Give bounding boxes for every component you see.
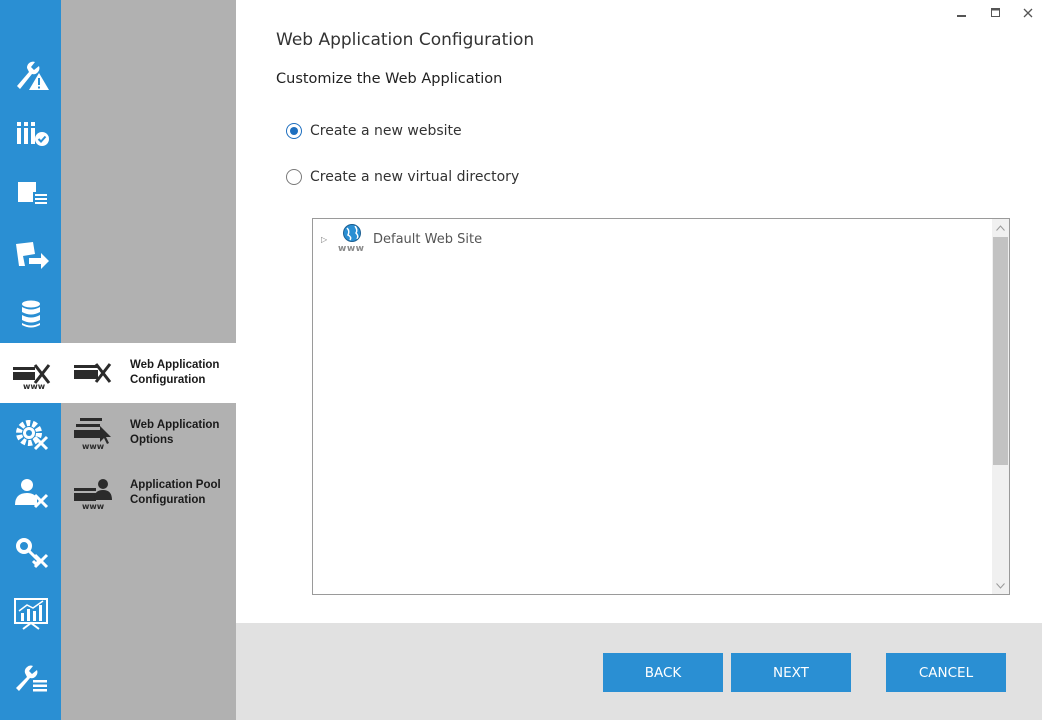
minimize-icon[interactable] bbox=[952, 4, 972, 22]
radio-label: Create a new virtual directory bbox=[310, 169, 520, 185]
scroll-down-icon[interactable] bbox=[992, 577, 1009, 594]
step-label: Web Application Configuration bbox=[130, 359, 220, 386]
radio-create-new-virtual-directory[interactable]: Create a new virtual directory bbox=[286, 169, 519, 185]
maximize-icon[interactable] bbox=[986, 4, 1006, 22]
wrench-warning-icon[interactable] bbox=[0, 45, 61, 105]
window-list-icon[interactable] bbox=[0, 164, 61, 224]
www-label: www bbox=[338, 244, 365, 254]
wrench-list-icon[interactable] bbox=[0, 646, 61, 706]
web-config-tools-icon bbox=[64, 343, 120, 403]
close-icon[interactable] bbox=[1018, 4, 1038, 22]
svg-text:www: www bbox=[23, 382, 46, 391]
globe-www-icon: www bbox=[335, 223, 369, 255]
tree-node-label: Default Web Site bbox=[373, 231, 483, 247]
gear-tools-icon[interactable] bbox=[0, 403, 61, 463]
scroll-up-icon[interactable] bbox=[992, 219, 1009, 236]
database-icon[interactable] bbox=[0, 284, 61, 344]
back-button[interactable]: BACK bbox=[603, 653, 723, 692]
radio-button-checked[interactable] bbox=[286, 123, 302, 139]
next-button[interactable]: NEXT bbox=[731, 653, 851, 692]
svg-text:www: www bbox=[82, 502, 105, 511]
step-web-application-configuration[interactable]: Web Application Configuration bbox=[61, 343, 236, 403]
migrate-arrow-icon[interactable] bbox=[0, 224, 61, 284]
svg-text:www: www bbox=[82, 442, 105, 451]
radio-label: Create a new website bbox=[310, 123, 462, 139]
scrollbar-thumb[interactable] bbox=[993, 237, 1008, 465]
web-options-cursor-icon: www bbox=[64, 403, 120, 463]
footer-bar: BACK NEXT CANCEL bbox=[236, 623, 1042, 720]
radio-button-unchecked[interactable] bbox=[286, 169, 302, 185]
app-pool-user-icon: www bbox=[64, 463, 120, 523]
key-tools-icon[interactable] bbox=[0, 523, 61, 583]
left-icon-rail: www bbox=[0, 0, 61, 720]
requirements-check-icon[interactable] bbox=[0, 104, 61, 164]
step-label: Application Pool Configuration bbox=[130, 479, 221, 506]
user-tools-icon[interactable] bbox=[0, 463, 61, 523]
website-tree[interactable]: ▷ www Default Web Site bbox=[312, 218, 1010, 595]
cancel-button[interactable]: CANCEL bbox=[886, 653, 1006, 692]
tree-vertical-scrollbar[interactable] bbox=[992, 219, 1009, 594]
wizard-steps-panel: Web Application Configuration www Web Ap… bbox=[61, 0, 236, 720]
web-application-config-icon[interactable]: www bbox=[0, 343, 61, 403]
page-title: Web Application Configuration bbox=[276, 30, 535, 50]
expand-arrow-icon[interactable]: ▷ bbox=[321, 235, 335, 244]
chart-presentation-icon[interactable] bbox=[0, 583, 61, 643]
radio-create-new-website[interactable]: Create a new website bbox=[286, 123, 462, 139]
step-label: Web Application Options bbox=[130, 419, 220, 446]
step-application-pool-configuration[interactable]: www Application Pool Configuration bbox=[61, 463, 236, 523]
section-title: Customize the Web Application bbox=[276, 71, 503, 87]
tree-node-default-web-site[interactable]: ▷ www Default Web Site bbox=[321, 223, 482, 255]
step-web-application-options[interactable]: www Web Application Options bbox=[61, 403, 236, 463]
